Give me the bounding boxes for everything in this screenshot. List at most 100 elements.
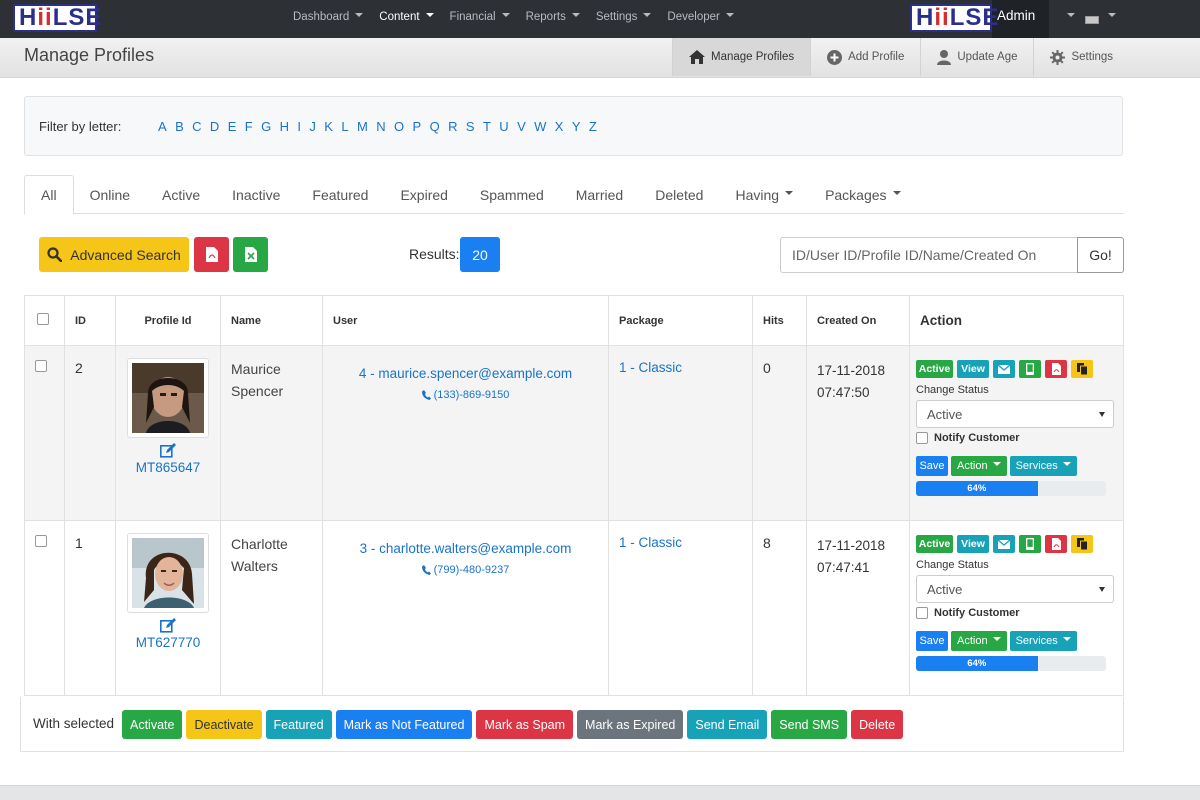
letter-filter-q[interactable]: Q bbox=[430, 119, 440, 134]
nav-settings[interactable]: Settings bbox=[596, 11, 652, 23]
mark-as-spam-button[interactable]: Mark as Spam bbox=[476, 710, 574, 739]
go-button[interactable]: Go! bbox=[1077, 237, 1124, 273]
action-dropdown-button[interactable]: Action bbox=[951, 456, 1007, 476]
user-email-link[interactable]: 3 - charlotte.walters@example.com bbox=[323, 541, 608, 556]
select-all-checkbox[interactable] bbox=[37, 313, 49, 325]
letter-filter-c[interactable]: C bbox=[192, 119, 201, 134]
letter-filter-t[interactable]: T bbox=[483, 119, 491, 134]
letter-filter-d[interactable]: D bbox=[210, 119, 219, 134]
letter-filter-a[interactable]: A bbox=[158, 119, 167, 134]
package-header[interactable]: Package bbox=[608, 295, 753, 346]
nav-financial[interactable]: Financial bbox=[450, 11, 510, 23]
mark-as-expired-button[interactable]: Mark as Expired bbox=[577, 710, 684, 739]
created-on-header[interactable]: Created On bbox=[806, 295, 910, 346]
copy-button[interactable] bbox=[1071, 360, 1093, 378]
services-dropdown-button[interactable]: Services bbox=[1009, 631, 1077, 651]
profile-code-link[interactable]: MT627770 bbox=[127, 635, 209, 650]
send-email-button[interactable]: Send Email bbox=[687, 710, 768, 739]
letter-filter-p[interactable]: P bbox=[413, 119, 422, 134]
subnav-add-profile[interactable]: Add Profile bbox=[810, 38, 920, 76]
letter-filter-e[interactable]: E bbox=[228, 119, 237, 134]
letter-filter-x[interactable]: X bbox=[555, 119, 564, 134]
profile-code-link[interactable]: MT865647 bbox=[127, 460, 209, 475]
profile-search-input[interactable] bbox=[780, 237, 1078, 273]
active-button[interactable]: Active bbox=[916, 535, 953, 553]
letter-filter-i[interactable]: I bbox=[297, 119, 301, 134]
edit-icon[interactable] bbox=[160, 443, 176, 458]
tab-inactive[interactable]: Inactive bbox=[216, 175, 296, 214]
profile-photo[interactable] bbox=[127, 533, 209, 613]
user-phone[interactable]: (799)-480-9237 bbox=[323, 564, 608, 576]
letter-filter-k[interactable]: K bbox=[324, 119, 333, 134]
export-excel-button[interactable] bbox=[233, 237, 268, 272]
user-header[interactable]: User bbox=[322, 295, 609, 346]
notify-customer[interactable]: Notify Customer bbox=[916, 607, 1123, 619]
brand-logo[interactable]: HiiLSE bbox=[13, 4, 101, 32]
letter-filter-b[interactable]: B bbox=[175, 119, 184, 134]
send-email-button[interactable] bbox=[993, 360, 1015, 378]
package-link[interactable]: 1 - Classic bbox=[608, 520, 753, 696]
nav-reports[interactable]: Reports bbox=[526, 11, 580, 23]
notify-checkbox[interactable] bbox=[916, 432, 928, 444]
user-email-link[interactable]: 4 - maurice.spencer@example.com bbox=[323, 366, 608, 381]
profile-photo[interactable] bbox=[127, 358, 209, 438]
letter-filter-m[interactable]: M bbox=[357, 119, 368, 134]
tab-packages[interactable]: Packages bbox=[809, 175, 916, 214]
delete-button[interactable]: Delete bbox=[851, 710, 904, 739]
admin-user[interactable]: Admin bbox=[997, 8, 1035, 23]
letter-filter-o[interactable]: O bbox=[394, 119, 404, 134]
tab-expired[interactable]: Expired bbox=[384, 175, 463, 214]
tab-featured[interactable]: Featured bbox=[296, 175, 384, 214]
letter-filter-f[interactable]: F bbox=[245, 119, 253, 134]
letter-filter-s[interactable]: S bbox=[466, 119, 475, 134]
tab-deleted[interactable]: Deleted bbox=[639, 175, 719, 214]
subnav-manage-profiles[interactable]: Manage Profiles bbox=[672, 38, 811, 76]
subnav-settings[interactable]: Settings bbox=[1033, 38, 1129, 76]
send-email-button[interactable] bbox=[993, 535, 1015, 553]
language-flag-icon[interactable] bbox=[1085, 16, 1099, 24]
view-button[interactable]: View bbox=[957, 535, 989, 553]
user-phone[interactable]: (133)-869-9150 bbox=[323, 389, 608, 401]
row-checkbox[interactable] bbox=[35, 360, 47, 372]
action-dropdown-button[interactable]: Action bbox=[951, 631, 1007, 651]
letter-filter-l[interactable]: L bbox=[341, 119, 348, 134]
nav-dashboard[interactable]: Dashboard bbox=[293, 11, 364, 23]
tab-all[interactable]: All bbox=[24, 175, 74, 215]
letter-filter-n[interactable]: N bbox=[376, 119, 385, 134]
mark-as-not-featured-button[interactable]: Mark as Not Featured bbox=[335, 710, 473, 739]
id-header[interactable]: ID bbox=[64, 295, 116, 346]
name-header[interactable]: Name bbox=[220, 295, 323, 346]
language-chevron-icon[interactable] bbox=[1108, 13, 1116, 17]
letter-filter-y[interactable]: Y bbox=[572, 119, 581, 134]
status-select[interactable]: Active bbox=[916, 400, 1114, 428]
row-checkbox[interactable] bbox=[35, 535, 47, 547]
letter-filter-w[interactable]: W bbox=[534, 119, 546, 134]
active-button[interactable]: Active bbox=[916, 360, 953, 378]
tab-active[interactable]: Active bbox=[146, 175, 216, 214]
deactivate-button[interactable]: Deactivate bbox=[186, 710, 262, 739]
activate-button[interactable]: Activate bbox=[122, 710, 183, 739]
tab-married[interactable]: Married bbox=[560, 175, 639, 214]
letter-filter-g[interactable]: G bbox=[261, 119, 271, 134]
send-sms-button[interactable] bbox=[1019, 535, 1041, 553]
letter-filter-r[interactable]: R bbox=[448, 119, 457, 134]
edit-icon[interactable] bbox=[160, 618, 176, 633]
user-menu-chevron-icon[interactable] bbox=[1067, 13, 1075, 17]
letter-filter-u[interactable]: U bbox=[499, 119, 508, 134]
letter-filter-j[interactable]: J bbox=[309, 119, 316, 134]
profile-id-header[interactable]: Profile Id bbox=[115, 295, 221, 346]
letter-filter-v[interactable]: V bbox=[517, 119, 526, 134]
featured-button[interactable]: Featured bbox=[265, 710, 332, 739]
send-sms-button[interactable]: Send SMS bbox=[771, 710, 848, 739]
notify-checkbox[interactable] bbox=[916, 607, 928, 619]
pdf-button[interactable] bbox=[1045, 360, 1067, 378]
services-dropdown-button[interactable]: Services bbox=[1009, 456, 1077, 476]
tab-online[interactable]: Online bbox=[74, 175, 146, 214]
tab-having[interactable]: Having bbox=[719, 175, 809, 214]
nav-content[interactable]: Content bbox=[379, 11, 434, 23]
send-sms-button[interactable] bbox=[1019, 360, 1041, 378]
nav-developer[interactable]: Developer bbox=[667, 11, 734, 23]
copy-button[interactable] bbox=[1071, 535, 1093, 553]
status-select[interactable]: Active bbox=[916, 575, 1114, 603]
view-button[interactable]: View bbox=[957, 360, 989, 378]
